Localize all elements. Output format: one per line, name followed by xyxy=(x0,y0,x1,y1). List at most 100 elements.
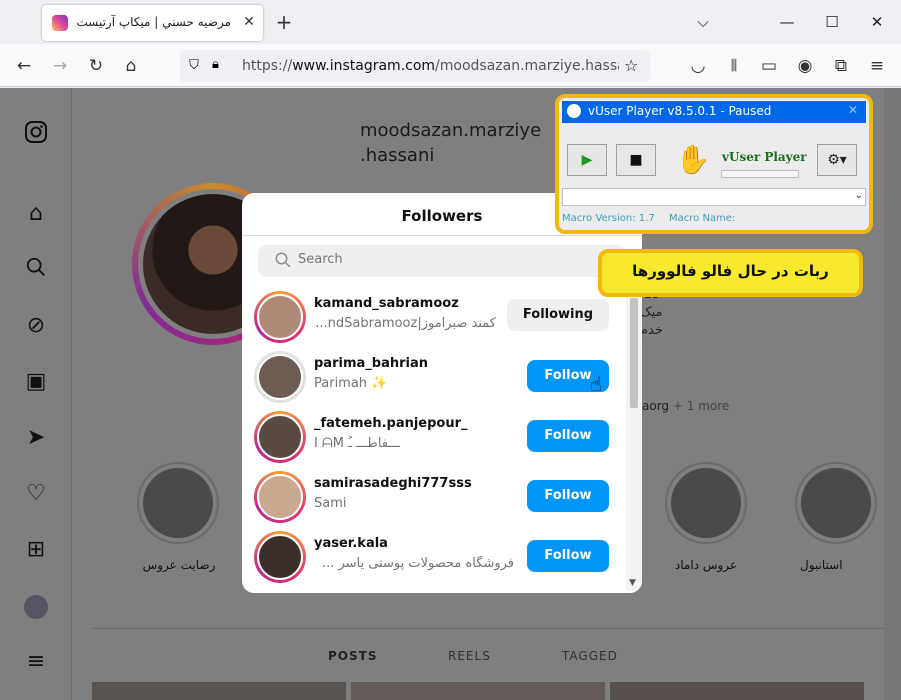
settings-gear-button[interactable]: ⚙▾ xyxy=(817,144,857,176)
tab-close-icon[interactable]: ✕ xyxy=(239,12,259,32)
avatar-image xyxy=(257,474,303,520)
search-icon xyxy=(274,251,294,271)
follower-username[interactable]: kamand_sabramooz xyxy=(314,296,459,311)
avatar-image xyxy=(257,294,303,340)
follow-button[interactable]: Follow xyxy=(527,420,609,452)
callout-text: ربات در حال فالو فالوورها xyxy=(632,262,829,280)
follower-row: samirasadeghi777sss Sami Follow xyxy=(242,466,622,526)
url-text[interactable]: https://www.instagram.com/moodsazan.marz… xyxy=(242,58,619,74)
notifications-heart-icon[interactable]: ♡ xyxy=(22,480,50,508)
stop-button[interactable]: ■ xyxy=(616,144,656,176)
avatar[interactable] xyxy=(254,291,306,343)
page-scrollbar[interactable] xyxy=(884,88,901,700)
extensions-icon[interactable]: ⧉ xyxy=(829,54,853,78)
follower-fullname: كمند صبرآموز|ndSabramooz... xyxy=(315,316,496,331)
highlight-cover xyxy=(143,468,213,538)
bio-line: ميک xyxy=(640,305,663,320)
home-icon[interactable]: ⌂ xyxy=(119,54,143,78)
modal-divider xyxy=(242,235,642,236)
account-icon[interactable]: ◉ xyxy=(793,54,817,78)
follower-row: parima_bahrian Parimah ✨ Follow ☝ xyxy=(242,346,622,406)
home-nav-icon[interactable]: ⌂ xyxy=(22,200,50,228)
reload-icon[interactable]: ↻ xyxy=(84,54,108,78)
reels-icon[interactable]: ▣ xyxy=(22,368,50,396)
highlight-3[interactable] xyxy=(795,462,877,544)
scroll-thumb[interactable] xyxy=(630,298,638,408)
browser-tab[interactable]: مرضيه حسني | ميكاپ آرتيست ✕ xyxy=(42,5,263,41)
followed-by-more: + 1 more xyxy=(672,399,730,413)
tab-reels[interactable]: REELS xyxy=(448,649,491,663)
play-button[interactable]: ▶ xyxy=(567,144,607,176)
library-icon[interactable]: ⫼ xyxy=(722,54,746,78)
explore-compass-icon[interactable]: ⊘ xyxy=(22,312,50,340)
profile-avatar[interactable] xyxy=(24,595,48,619)
messages-send-icon[interactable]: ➤ xyxy=(22,424,50,452)
follow-button[interactable]: Follow xyxy=(527,480,609,512)
vuser-hand-logo-icon: ✋ xyxy=(675,143,711,176)
vuser-progress-bar xyxy=(721,170,799,178)
follower-row: _fatemeh.panjepour_ I ᗩM ـــفاطـــ ـُ Fo… xyxy=(242,406,622,466)
vuser-close-icon[interactable]: ✕ xyxy=(848,103,858,117)
callout-box: ربات در حال فالو فالوورها xyxy=(598,249,863,297)
lock-icon[interactable]: 🔒︎ xyxy=(212,57,228,73)
follower-row: yaser.kala فروشگاه محصولات پوستی ياسر ..… xyxy=(242,526,622,586)
post-thumbnail[interactable] xyxy=(610,682,864,700)
reader-view-icon[interactable]: ▭ xyxy=(757,54,781,78)
menu-icon[interactable]: ≡ xyxy=(865,54,889,78)
new-tab-icon[interactable]: + xyxy=(274,12,294,32)
avatar[interactable] xyxy=(254,531,306,583)
vuser-brand: vUser Player xyxy=(722,150,807,164)
tab-title: مرضيه حسني | ميكاپ آرتيست xyxy=(76,15,231,29)
avatar[interactable] xyxy=(254,351,306,403)
shield-icon[interactable]: ⛉ xyxy=(186,58,202,74)
vuser-app-icon xyxy=(567,104,581,118)
search-input[interactable] xyxy=(298,252,598,267)
avatar[interactable] xyxy=(254,411,306,463)
avatar[interactable] xyxy=(254,471,306,523)
macro-select[interactable]: ⌄ xyxy=(562,188,866,206)
follower-username[interactable]: _fatemeh.panjepour_ xyxy=(314,416,468,431)
pocket-icon[interactable]: ◡ xyxy=(686,54,710,78)
create-plus-icon[interactable]: ⊞ xyxy=(22,536,50,564)
follower-username[interactable]: samirasadeghi777sss xyxy=(314,476,472,491)
modal-scrollbar[interactable]: ▲ ▼ xyxy=(626,286,642,591)
macro-name-label: Macro Name: xyxy=(669,213,736,224)
instagram-sidebar: ⌂ ⊘ ▣ ➤ ♡ ⊞ ≡ xyxy=(0,88,72,700)
profile-tabs: POSTS REELS TAGGED xyxy=(92,628,901,668)
instagram-favicon-icon xyxy=(52,15,68,31)
scroll-down-icon[interactable]: ▼ xyxy=(629,578,636,588)
avatar-image xyxy=(257,414,303,460)
search-nav-icon[interactable] xyxy=(22,256,50,284)
tab-posts[interactable]: POSTS xyxy=(328,649,377,663)
followed-by-text[interactable]: aorg + 1 more xyxy=(642,399,729,413)
chevron-down-icon[interactable]: ⌄ xyxy=(855,190,863,201)
back-icon[interactable]: ← xyxy=(12,54,36,78)
highlight-1[interactable] xyxy=(137,462,219,544)
highlight-label: عروس داماد xyxy=(674,558,738,572)
tab-list-chevron-icon[interactable]: ⌵ xyxy=(688,10,718,34)
close-window-icon[interactable]: ✕ xyxy=(862,10,892,34)
bio-line: خدم xyxy=(640,323,663,338)
follower-fullname: فروشگاه محصولات پوستی ياسر ... xyxy=(321,556,514,571)
avatar-image xyxy=(257,354,303,400)
post-thumbnail[interactable] xyxy=(92,682,346,700)
post-thumbnail[interactable] xyxy=(351,682,605,700)
bookmark-star-icon[interactable]: ☆ xyxy=(624,56,638,75)
vuser-titlebar: vUser Player v8.5.0.1 - Paused ✕ xyxy=(562,101,866,123)
maximize-window-icon[interactable]: ☐ xyxy=(817,10,847,34)
vuser-player-window: vUser Player v8.5.0.1 - Paused ✕ ▶ ■ ✋ v… xyxy=(555,94,873,234)
instagram-logo-icon[interactable] xyxy=(22,120,50,148)
follower-fullname: I ᗩM ـــفاطـــ ـُ xyxy=(314,436,400,451)
following-button[interactable]: Following xyxy=(507,299,609,331)
highlight-2[interactable] xyxy=(665,462,747,544)
macro-version: Macro Version: 1.7 xyxy=(562,213,655,224)
forward-icon[interactable]: → xyxy=(48,54,72,78)
minimize-window-icon[interactable]: — xyxy=(772,10,802,34)
follower-username[interactable]: yaser.kala xyxy=(314,536,388,551)
tab-tagged[interactable]: TAGGED xyxy=(562,649,618,663)
follower-username[interactable]: parima_bahrian xyxy=(314,356,428,371)
address-bar[interactable]: ⛉ 🔒︎ https://www.instagram.com/moodsazan… xyxy=(180,50,650,82)
search-box[interactable] xyxy=(258,245,626,277)
more-menu-icon[interactable]: ≡ xyxy=(22,648,50,676)
follow-button[interactable]: Follow xyxy=(527,540,609,572)
